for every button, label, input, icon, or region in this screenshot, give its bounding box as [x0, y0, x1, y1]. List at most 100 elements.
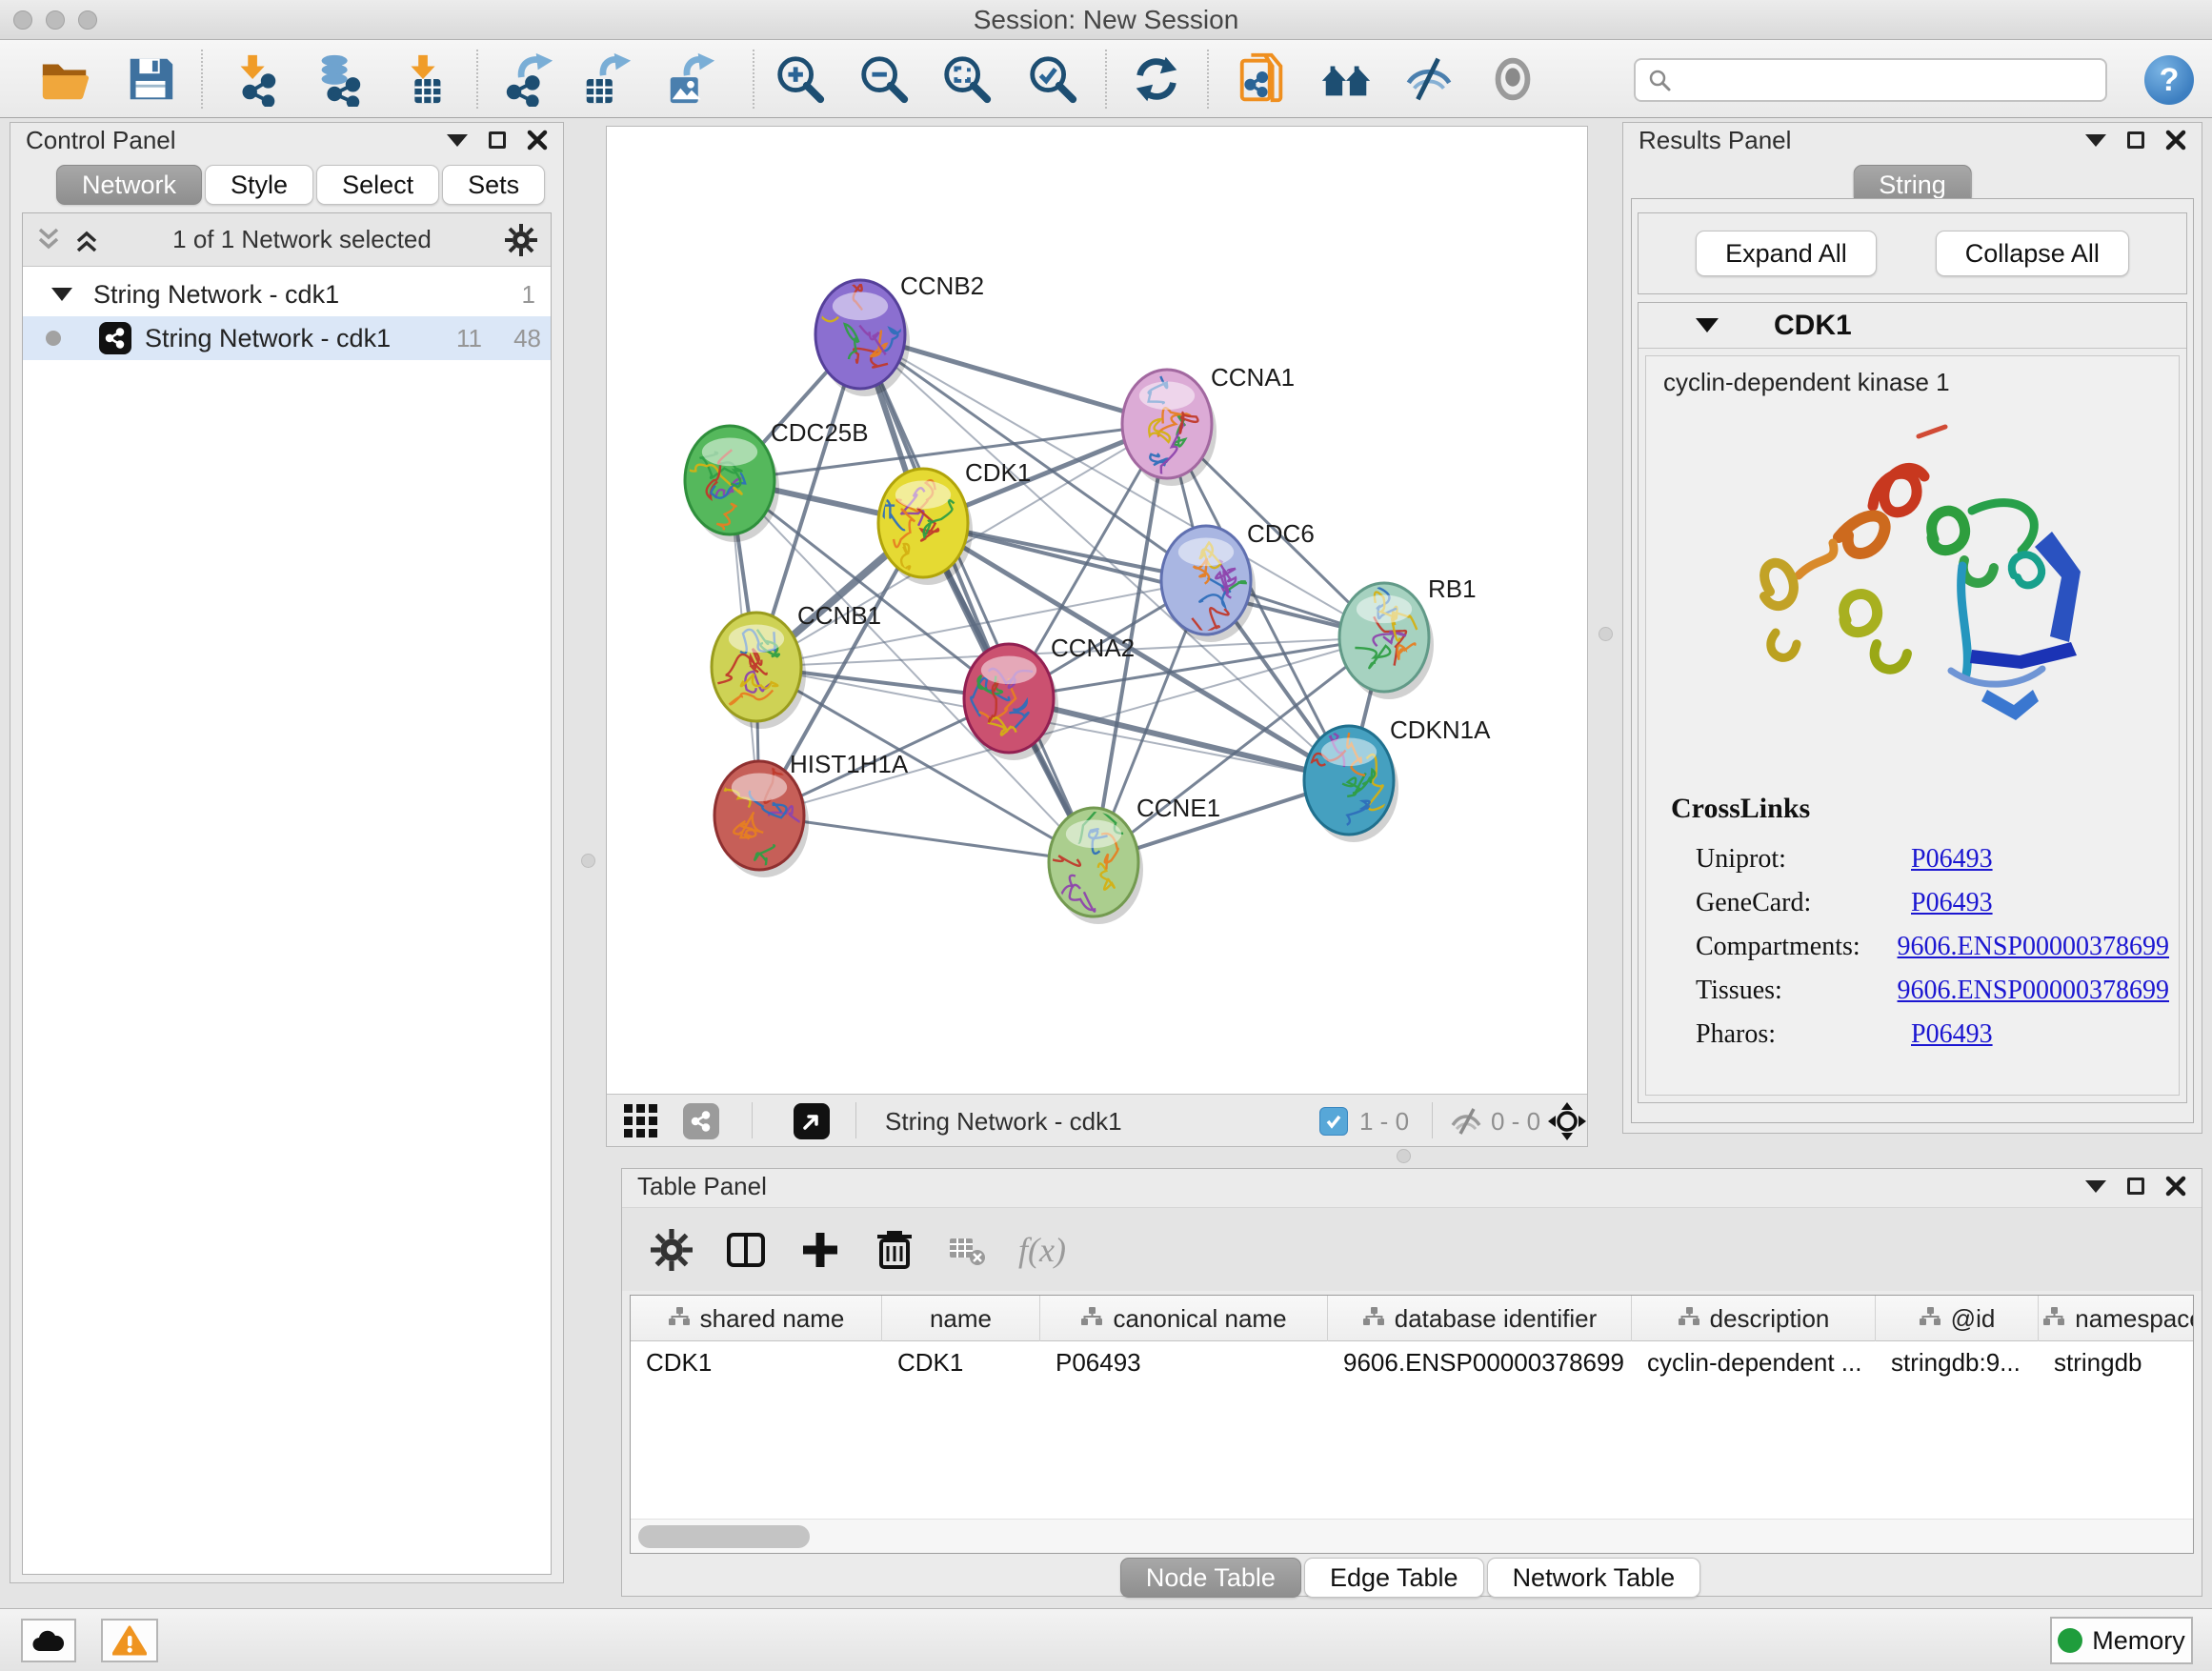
column-header-namespace[interactable]: namespace	[2039, 1296, 2194, 1341]
control-panel: Control Panel NetworkStyleSelectSets 1 o…	[10, 122, 564, 1583]
column-header-shared-name[interactable]: shared name	[631, 1296, 882, 1341]
tree-expander-icon[interactable]	[51, 288, 72, 301]
zoom-in-icon[interactable]	[770, 49, 831, 110]
expand-all-icon[interactable]	[74, 226, 99, 254]
save-session-icon[interactable]	[120, 49, 181, 110]
network-canvas[interactable]: CCNB2CCNA1CDC25BCDK1CDC6RB1CCNB1CCNA2CDK…	[607, 127, 1587, 1094]
grid-view-icon[interactable]	[624, 1103, 658, 1139]
table-cell[interactable]: cyclin-dependent ...	[1632, 1341, 1876, 1383]
selected-count: 1 - 0	[1359, 1103, 1409, 1139]
splitter-handle[interactable]	[1397, 1149, 1411, 1163]
crosslink-link[interactable]: 9606.ENSP00000378699	[1898, 976, 2169, 1014]
home-icon[interactable]	[1316, 49, 1377, 110]
crosslink-link[interactable]: 9606.ENSP00000378699	[1898, 932, 2169, 970]
search-input[interactable]	[1679, 66, 2094, 95]
column-header-database-identifier[interactable]: database identifier	[1328, 1296, 1632, 1341]
column-label: namespace	[2075, 1304, 2194, 1334]
export-network-icon[interactable]	[498, 49, 559, 110]
tab-network[interactable]: Network	[56, 165, 202, 205]
network-node-CDK1[interactable]	[878, 469, 973, 586]
open-in-new-window-icon[interactable]	[794, 1103, 830, 1139]
column-header-@id[interactable]: @id	[1876, 1296, 2039, 1341]
collapse-all-button[interactable]: Collapse All	[1936, 231, 2129, 276]
tab-style[interactable]: Style	[205, 165, 313, 205]
network-node-CCNB1[interactable]	[712, 613, 806, 729]
panel-float-icon[interactable]	[2127, 1178, 2144, 1195]
column-header-name[interactable]: name	[882, 1296, 1040, 1341]
panel-close-icon[interactable]	[2165, 1176, 2186, 1197]
zoom-out-icon[interactable]	[854, 49, 915, 110]
table-gear-icon[interactable]	[651, 1229, 693, 1271]
tab-select[interactable]: Select	[316, 165, 439, 205]
add-column-icon[interactable]	[799, 1229, 841, 1271]
network-edge[interactable]	[860, 334, 1094, 862]
string-network-icon	[99, 322, 131, 354]
crosslink-link[interactable]: P06493	[1911, 844, 1993, 882]
panel-collapse-icon[interactable]	[447, 134, 468, 147]
network-edge[interactable]	[759, 815, 1094, 862]
panel-float-icon[interactable]	[489, 131, 506, 149]
toolbar-search	[1634, 58, 2107, 102]
table-cell[interactable]: CDK1	[631, 1341, 882, 1383]
warning-button[interactable]	[101, 1619, 158, 1662]
network-row[interactable]: String Network - cdk1 11 48	[23, 316, 551, 360]
import-table-icon[interactable]	[393, 49, 454, 110]
tab-network-table[interactable]: Network Table	[1487, 1558, 1701, 1598]
hidden-eye-icon[interactable]	[1449, 1103, 1483, 1139]
splitter-handle[interactable]	[581, 854, 595, 868]
protein-section-header[interactable]: CDK1	[1639, 303, 2186, 349]
birds-eye-toggle-icon[interactable]	[1548, 1103, 1586, 1139]
selected-checkbox[interactable]	[1319, 1103, 1348, 1139]
crosslink-link[interactable]: P06493	[1911, 1019, 1993, 1057]
memory-button[interactable]: Memory	[2050, 1617, 2193, 1664]
column-header-description[interactable]: description	[1632, 1296, 1876, 1341]
table-cell[interactable]: stringdb:9...	[1876, 1341, 2039, 1383]
hscrollbar-thumb[interactable]	[638, 1525, 810, 1548]
network-badge-icon[interactable]	[683, 1103, 719, 1139]
expand-all-button[interactable]: Expand All	[1696, 231, 1877, 276]
section-expander-icon[interactable]	[1696, 318, 1719, 332]
import-network-icon[interactable]	[225, 49, 286, 110]
network-node-CDC25B[interactable]	[678, 426, 779, 542]
network-node-HIST1H1A[interactable]	[706, 761, 809, 877]
panel-float-icon[interactable]	[2127, 131, 2144, 149]
table-cell[interactable]: CDK1	[882, 1341, 1040, 1383]
crosslink-link[interactable]: P06493	[1911, 888, 1993, 926]
collapse-all-icon[interactable]	[36, 226, 61, 254]
network-node-CCNA2[interactable]	[964, 644, 1058, 760]
delete-column-icon[interactable]	[874, 1229, 915, 1271]
cloud-button[interactable]	[21, 1619, 76, 1662]
refresh-icon[interactable]	[1126, 49, 1187, 110]
splitter-handle[interactable]	[1599, 627, 1613, 641]
tab-sets[interactable]: Sets	[442, 165, 545, 205]
share-document-icon[interactable]	[1232, 49, 1293, 110]
table-cell[interactable]: 9606.ENSP00000378699	[1328, 1341, 1632, 1383]
panel-close-icon[interactable]	[2165, 130, 2186, 151]
tab-node-table[interactable]: Node Table	[1120, 1558, 1301, 1598]
panel-collapse-icon[interactable]	[2085, 1180, 2106, 1193]
network-node-CDKN1A[interactable]	[1304, 726, 1398, 842]
network-node-RB1[interactable]	[1339, 583, 1434, 699]
panel-collapse-icon[interactable]	[2085, 134, 2106, 147]
tab-edge-table[interactable]: Edge Table	[1304, 1558, 1484, 1598]
table-cell[interactable]: P06493	[1040, 1341, 1328, 1383]
column-label: @id	[1951, 1304, 1996, 1334]
show-columns-icon[interactable]	[725, 1229, 767, 1271]
zoom-selected-icon[interactable]	[1022, 49, 1083, 110]
open-session-icon[interactable]	[34, 49, 95, 110]
panel-close-icon[interactable]	[527, 130, 548, 151]
export-table-icon[interactable]	[576, 49, 637, 110]
network-collection-row[interactable]: String Network - cdk1 1	[23, 272, 551, 316]
help-button[interactable]: ?	[2144, 55, 2194, 105]
export-image-icon[interactable]	[660, 49, 721, 110]
import-database-icon[interactable]	[308, 49, 369, 110]
crosslink-row: Pharos:P06493	[1696, 1019, 2169, 1057]
gear-icon[interactable]	[505, 224, 537, 256]
hide-panel-eye-icon[interactable]	[1398, 49, 1459, 110]
control-panel-tabs: NetworkStyleSelectSets	[56, 165, 548, 205]
show-panel-eye-icon[interactable]	[1482, 49, 1543, 110]
table-cell[interactable]: stringdb	[2039, 1341, 2194, 1383]
column-header-canonical-name[interactable]: canonical name	[1040, 1296, 1328, 1341]
zoom-fit-icon[interactable]	[936, 49, 997, 110]
network-edge[interactable]	[923, 523, 1384, 637]
